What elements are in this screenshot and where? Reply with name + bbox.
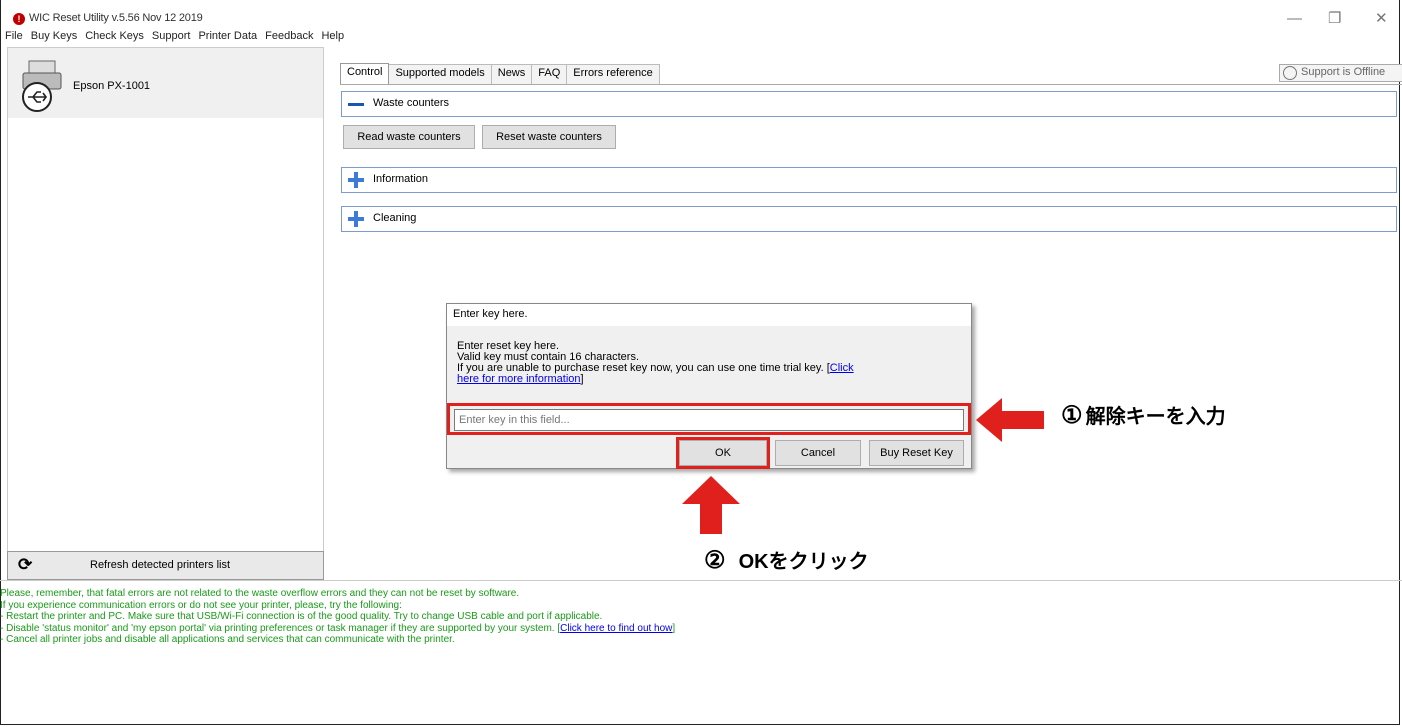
dialog-line-4-end: ] [580, 373, 584, 385]
log-divider [0, 580, 1402, 581]
ok-highlight-box [676, 437, 770, 469]
tab-supported-models[interactable]: Supported models [388, 64, 492, 84]
read-waste-counters-button[interactable]: Read waste counters [343, 125, 475, 149]
close-icon[interactable]: ✕ [1375, 11, 1388, 26]
step-1-annotation: ① 解除キーを入力 [1061, 400, 1226, 430]
up-arrow-icon [682, 476, 740, 534]
expand-icon[interactable] [348, 172, 364, 188]
left-arrow-icon [976, 398, 1044, 442]
log-line-end: ] [672, 622, 676, 634]
menu-bar: File Buy Keys Check Keys Support Printer… [5, 30, 352, 46]
tab-news[interactable]: News [490, 64, 533, 84]
restore-icon[interactable]: ❐ [1328, 11, 1341, 26]
waste-counters-title: Waste counters [373, 97, 450, 109]
step-2-number: ② [704, 547, 726, 574]
printer-usb-icon [22, 60, 62, 112]
step-1-text: 解除キーを入力 [1085, 406, 1226, 428]
tab-divider [340, 84, 1402, 85]
dialog-title: Enter key here. [453, 308, 528, 320]
log-line-text: - Disable 'status monitor' and 'my epson… [0, 622, 561, 634]
find-out-how-link[interactable]: Click here to find out how [560, 623, 672, 634]
menu-feedback[interactable]: Feedback [265, 30, 313, 46]
log-line: - Cancel all printer jobs and disable al… [0, 634, 455, 645]
log-line: If you experience communication errors o… [0, 599, 402, 611]
cancel-button[interactable]: Cancel [775, 440, 861, 466]
minimize-icon[interactable]: — [1287, 11, 1302, 26]
more-info-link[interactable]: Click [830, 362, 854, 374]
support-status-label: Support is Offline [1301, 66, 1386, 78]
menu-help[interactable]: Help [321, 30, 344, 46]
cleaning-section-header[interactable] [341, 206, 1397, 232]
menu-buy-keys[interactable]: Buy Keys [31, 30, 77, 46]
buy-reset-key-button[interactable]: Buy Reset Key [869, 440, 964, 466]
printer-name: Epson PX-1001 [73, 80, 151, 92]
app-alert-icon: ! [13, 13, 25, 25]
input-highlight-box [447, 403, 971, 435]
log-panel: Please, remember, that fatal errors are … [0, 588, 1400, 646]
step-2-annotation: ② OKをクリック [704, 545, 869, 575]
step-1-number: ① [1061, 402, 1083, 429]
dialog-line-4: here for more information] [457, 374, 957, 385]
collapse-icon[interactable] [348, 103, 364, 106]
tab-faq[interactable]: FAQ [531, 64, 568, 84]
information-section-header[interactable] [341, 167, 1397, 193]
cleaning-title: Cleaning [373, 212, 417, 224]
menu-printer-data[interactable]: Printer Data [198, 30, 257, 46]
tab-errors-reference[interactable]: Errors reference [566, 64, 660, 84]
log-line: - Disable 'status monitor' and 'my epson… [0, 623, 1400, 635]
log-line: Please, remember, that fatal errors are … [0, 588, 520, 599]
expand-icon[interactable] [348, 211, 364, 227]
more-info-link-cont[interactable]: here for more information [457, 373, 581, 385]
menu-check-keys[interactable]: Check Keys [85, 30, 144, 46]
dialog-message: Enter reset key here. Valid key must con… [457, 341, 957, 385]
tab-bar: Control Supported models News FAQ Errors… [340, 63, 660, 84]
reset-waste-counters-button[interactable]: Reset waste counters [482, 125, 616, 149]
window-title: WIC Reset Utility v.5.56 Nov 12 2019 [29, 12, 203, 24]
headset-icon [1283, 66, 1297, 80]
information-title: Information [373, 173, 429, 185]
tab-control[interactable]: Control [340, 63, 390, 84]
printer-list-pane [7, 47, 324, 580]
menu-file[interactable]: File [5, 30, 23, 46]
step-2-text: OKをクリック [738, 551, 869, 573]
waste-counters-section-header[interactable] [341, 91, 1397, 117]
refresh-icon: ⟳ [18, 555, 33, 574]
refresh-button-label: Refresh detected printers list [90, 559, 231, 571]
menu-support[interactable]: Support [152, 30, 191, 46]
log-line: - Restart the printer and PC. Make sure … [0, 611, 603, 622]
